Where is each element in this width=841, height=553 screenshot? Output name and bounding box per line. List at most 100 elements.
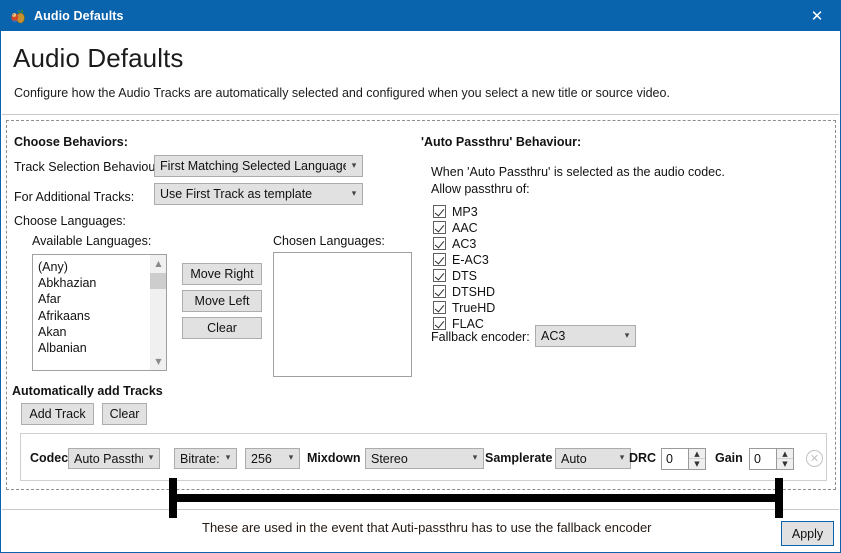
drc-label: DRC	[629, 451, 657, 465]
move-left-button[interactable]: Move Left	[182, 290, 262, 312]
chosen-languages-list[interactable]	[273, 252, 412, 377]
codec-select[interactable]: Auto Passthru ▾	[68, 448, 160, 469]
window-title: Audio Defaults	[34, 9, 124, 23]
list-item[interactable]: Albanian	[38, 340, 149, 356]
mixdown-select[interactable]: Stereo ▾	[365, 448, 484, 469]
checkbox-checked-icon[interactable]	[433, 317, 446, 330]
passthru-checkbox-dts[interactable]: DTS	[433, 268, 477, 283]
bitrate-value-select[interactable]: 256 ▾	[245, 448, 300, 469]
list-item[interactable]: Afar	[38, 291, 149, 307]
annotation-arrow-bar	[173, 494, 779, 502]
close-icon[interactable]: ✕	[794, 1, 840, 31]
list-item[interactable]: Afrikaans	[38, 308, 149, 324]
available-languages-list[interactable]: (Any) Abkhazian Afar Afrikaans Akan Alba…	[32, 254, 167, 371]
checkbox-checked-icon[interactable]	[433, 221, 446, 234]
page-title: Audio Defaults	[13, 43, 184, 73]
samplerate-select[interactable]: Auto ▾	[555, 448, 631, 469]
automatically-add-tracks-label: Automatically add Tracks	[12, 384, 163, 398]
passthru-checkbox-flac[interactable]: FLAC	[433, 316, 484, 331]
choose-languages-label: Choose Languages:	[14, 214, 126, 228]
gain-stepper-buttons[interactable]: ▲ ▼	[776, 449, 793, 469]
clear-tracks-button[interactable]: Clear	[102, 403, 147, 425]
checkbox-checked-icon[interactable]	[433, 253, 446, 266]
passthru-checkbox-aac[interactable]: AAC	[433, 220, 478, 235]
drc-stepper-buttons[interactable]: ▲ ▼	[688, 449, 705, 469]
handbrake-pineapple-icon	[10, 8, 26, 24]
stepper-down-icon[interactable]: ▼	[777, 459, 793, 469]
list-item[interactable]: Akan	[38, 324, 149, 340]
stepper-down-icon[interactable]: ▼	[689, 459, 705, 469]
passthru-codec-label: AAC	[452, 220, 478, 235]
codec-value: Auto Passthru	[74, 451, 143, 466]
move-right-button[interactable]: Move Right	[182, 263, 262, 285]
auto-passthru-behaviour-label: 'Auto Passthru' Behaviour:	[421, 135, 582, 149]
fallback-encoder-select[interactable]: AC3 ▾	[535, 325, 636, 347]
passthru-checkbox-ac3[interactable]: AC3	[433, 236, 476, 251]
chosen-languages-label: Chosen Languages:	[273, 234, 385, 248]
auto-passthru-description-line2: Allow passthru of:	[431, 182, 530, 196]
passthru-checkbox-truehd[interactable]: TrueHD	[433, 300, 495, 315]
mixdown-label: Mixdown	[307, 451, 361, 465]
chevron-down-icon: ▾	[288, 453, 294, 463]
additional-tracks-label: For Additional Tracks:	[14, 190, 135, 204]
add-track-button[interactable]: Add Track	[21, 403, 94, 425]
samplerate-label: Samplerate	[485, 451, 553, 465]
chevron-down-icon: ▾	[351, 160, 357, 171]
gain-value[interactable]: 0	[750, 449, 776, 469]
fallback-encoder-value: AC3	[541, 329, 566, 343]
available-languages-label: Available Languages:	[32, 234, 152, 248]
checkbox-checked-icon[interactable]	[433, 269, 446, 282]
checkbox-checked-icon[interactable]	[433, 301, 446, 314]
codec-label: Codec	[30, 451, 69, 465]
additional-tracks-select[interactable]: Use First Track as template ▾	[154, 183, 363, 205]
samplerate-value: Auto	[561, 451, 587, 466]
page-header: Audio Defaults Configure how the Audio T…	[2, 31, 839, 115]
passthru-checkbox-mp3[interactable]: MP3	[433, 204, 478, 219]
chevron-down-icon: ▾	[351, 188, 357, 199]
passthru-checkbox-dtshd[interactable]: DTSHD	[433, 284, 495, 299]
page-subtitle: Configure how the Audio Tracks are autom…	[14, 86, 670, 100]
passthru-codec-label: FLAC	[452, 316, 484, 331]
choose-behaviors-label: Choose Behaviors:	[14, 135, 128, 149]
track-selection-behaviour-select[interactable]: First Matching Selected Language ▾	[154, 155, 363, 177]
passthru-codec-label: DTS	[452, 268, 477, 283]
scroll-down-icon[interactable]: ▼	[150, 353, 166, 370]
footer-divider	[2, 509, 839, 510]
available-languages-items: (Any) Abkhazian Afar Afrikaans Akan Alba…	[33, 255, 149, 370]
mixdown-value: Stereo	[371, 451, 408, 466]
list-item[interactable]: Abkhazian	[38, 275, 149, 291]
scrollbar-thumb[interactable]	[150, 273, 166, 289]
passthru-codec-label: MP3	[452, 204, 478, 219]
available-languages-scrollbar[interactable]: ▲ ▼	[149, 255, 166, 370]
annotation-text: These are used in the event that Auti-pa…	[202, 520, 652, 535]
apply-button[interactable]: Apply	[781, 521, 834, 546]
chevron-down-icon: ▾	[624, 330, 630, 341]
gain-label: Gain	[715, 451, 743, 465]
bitrate-select[interactable]: Bitrate: ▾	[174, 448, 237, 469]
passthru-codec-label: DTSHD	[452, 284, 496, 299]
chevron-down-icon: ▾	[148, 453, 154, 463]
passthru-codec-label: TrueHD	[452, 300, 496, 315]
auto-passthru-description-line1: When 'Auto Passthru' is selected as the …	[431, 165, 725, 179]
checkbox-checked-icon[interactable]	[433, 237, 446, 250]
annotation-arrow-right-cap	[775, 478, 783, 518]
passthru-checkbox-eac3[interactable]: E-AC3	[433, 252, 489, 267]
clear-languages-button[interactable]: Clear	[182, 317, 262, 339]
track-selection-behaviour-value: First Matching Selected Language	[160, 159, 346, 173]
chevron-down-icon: ▾	[619, 453, 625, 463]
drc-value[interactable]: 0	[662, 449, 688, 469]
additional-tracks-value: Use First Track as template	[160, 187, 313, 201]
checkbox-checked-icon[interactable]	[433, 285, 446, 298]
remove-circle-icon[interactable]: ✕	[806, 450, 823, 467]
stepper-up-icon[interactable]: ▲	[689, 449, 705, 459]
scroll-up-icon[interactable]: ▲	[150, 255, 166, 272]
audio-track-row: Codec Auto Passthru ▾ Bitrate: ▾ 256 ▾ M…	[20, 433, 827, 481]
chevron-down-icon: ▾	[472, 453, 478, 463]
drc-stepper[interactable]: 0 ▲ ▼	[661, 448, 706, 470]
stepper-up-icon[interactable]: ▲	[777, 449, 793, 459]
checkbox-checked-icon[interactable]	[433, 205, 446, 218]
audio-defaults-window: Audio Defaults ✕ Audio Defaults Configur…	[0, 0, 841, 553]
list-item[interactable]: (Any)	[38, 259, 149, 275]
passthru-codec-label: AC3	[452, 236, 477, 251]
gain-stepper[interactable]: 0 ▲ ▼	[749, 448, 794, 470]
